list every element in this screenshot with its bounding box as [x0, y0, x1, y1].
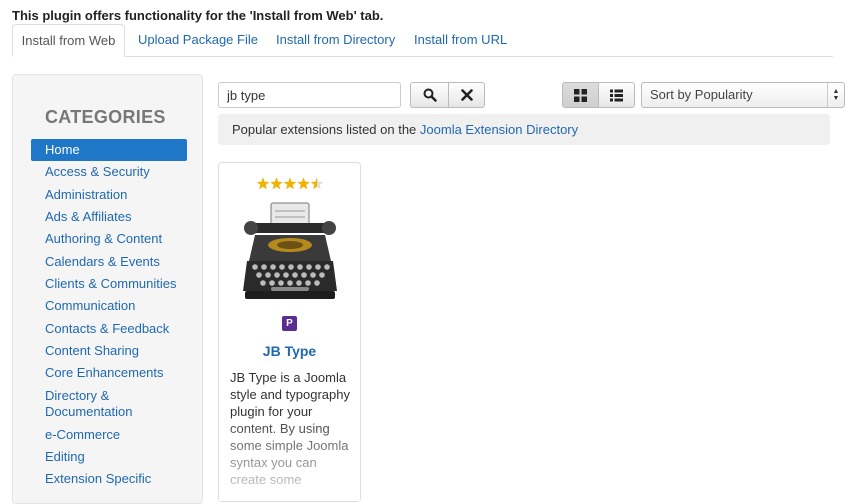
category-home[interactable]: Home	[31, 139, 187, 161]
tab-install-from-directory[interactable]: Install from Directory	[276, 24, 395, 56]
tab-install-from-url[interactable]: Install from URL	[414, 24, 507, 56]
category-extension-specific[interactable]: Extension Specific	[31, 471, 187, 487]
plugin-notice: This plugin offers functionality for the…	[12, 8, 384, 23]
extension-card[interactable]: P JB Type JB Type is a Joomla style and …	[218, 162, 361, 502]
list-icon	[610, 89, 623, 101]
grid-view-button[interactable]	[562, 82, 599, 108]
install-tabs: Install from Web Upload Package File Ins…	[12, 24, 833, 57]
categories-sidebar: CATEGORIES Home Access & Security Admini…	[12, 74, 203, 504]
sort-select[interactable]: Sort by Popularity ▲ ▼	[641, 82, 845, 108]
tab-upload-package-file[interactable]: Upload Package File	[138, 24, 258, 56]
rating-stars	[256, 177, 326, 194]
category-content-sharing[interactable]: Content Sharing	[31, 343, 187, 359]
star-icon	[256, 177, 270, 190]
sort-selected-value: Sort by Popularity	[650, 87, 753, 102]
search-input[interactable]	[218, 82, 401, 108]
grid-icon	[574, 88, 587, 102]
tab-install-from-web[interactable]: Install from Web	[12, 24, 125, 57]
info-bar: Popular extensions listed on the Joomla …	[218, 114, 830, 145]
category-ads-affiliates[interactable]: Ads & Affiliates	[31, 209, 187, 225]
extension-title[interactable]: JB Type	[219, 343, 360, 359]
search-button[interactable]	[410, 82, 449, 108]
category-core-enhancements[interactable]: Core Enhancements	[31, 365, 187, 381]
category-authoring-content[interactable]: Authoring & Content	[31, 231, 187, 247]
category-e-commerce[interactable]: e-Commerce	[31, 427, 187, 443]
category-administration[interactable]: Administration	[31, 187, 187, 203]
info-text: Popular extensions listed on the	[232, 122, 420, 137]
category-contacts-feedback[interactable]: Contacts & Feedback	[31, 321, 187, 337]
paid-badge: P	[282, 316, 297, 331]
jed-link[interactable]: Joomla Extension Directory	[420, 122, 578, 137]
category-calendars-events[interactable]: Calendars & Events	[31, 254, 187, 270]
category-clients-communities[interactable]: Clients & Communities	[31, 276, 187, 292]
typewriter-icon	[241, 201, 339, 308]
close-icon	[460, 89, 473, 101]
clear-search-button[interactable]	[448, 82, 485, 108]
category-communication[interactable]: Communication	[31, 298, 187, 314]
star-icon	[297, 177, 310, 190]
updown-arrow-icon: ▲ ▼	[827, 83, 844, 107]
categories-header: CATEGORIES	[45, 107, 166, 127]
list-view-button[interactable]	[598, 82, 635, 108]
description-fade	[219, 413, 360, 501]
category-editing[interactable]: Editing	[31, 449, 187, 465]
category-access-security[interactable]: Access & Security	[31, 164, 187, 180]
star-icon	[283, 177, 297, 190]
star-icon	[270, 177, 283, 190]
category-directory-documentation[interactable]: Directory & Documentation	[31, 388, 141, 420]
search-icon	[423, 88, 437, 102]
